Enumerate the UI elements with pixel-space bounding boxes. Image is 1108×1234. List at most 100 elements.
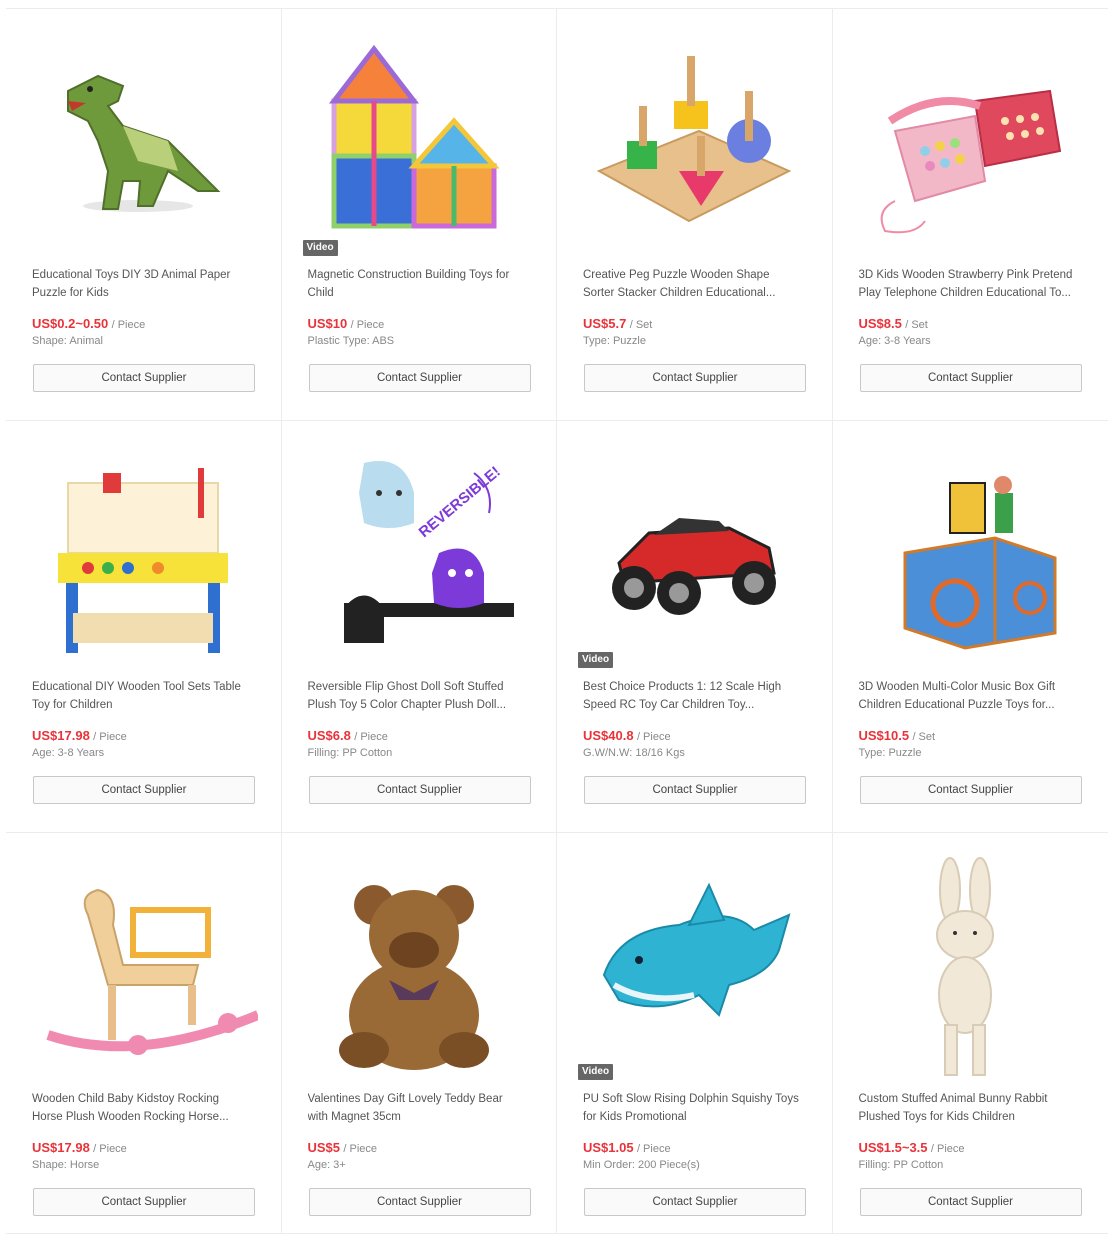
rc-car-icon[interactable]: [577, 441, 811, 675]
video-badge: Video: [578, 652, 613, 668]
teddy-bear-icon[interactable]: [302, 853, 536, 1087]
price: US$1.5~3.5: [859, 1140, 928, 1155]
price-line: US$0.2~0.50 / Piece: [32, 316, 145, 331]
dolphin-squishy-icon[interactable]: [577, 853, 811, 1087]
product-title[interactable]: Best Choice Products 1: 12 Scale High Sp…: [583, 678, 801, 714]
product-card[interactable]: Educational DIY Wooden Tool Sets Table T…: [6, 421, 282, 833]
product-card[interactable]: 3D Kids Wooden Strawberry Pink Pretend P…: [833, 9, 1108, 421]
price-unit: / Piece: [931, 1143, 965, 1155]
price-unit: / Set: [630, 319, 653, 331]
contact-supplier-button[interactable]: Contact Supplier: [33, 1188, 255, 1216]
price-unit: / Piece: [343, 1143, 377, 1155]
price-line: US$5.7 / Set: [583, 316, 652, 331]
music-box-icon[interactable]: [853, 441, 1087, 675]
product-title[interactable]: Magnetic Construction Building Toys for …: [308, 266, 526, 302]
price-line: US$17.98 / Piece: [32, 1140, 127, 1155]
price: US$10.5: [859, 728, 910, 743]
product-attribute: Age: 3-8 Years: [859, 335, 931, 347]
video-badge: Video: [303, 240, 338, 256]
video-badge: Video: [578, 1064, 613, 1080]
contact-supplier-button[interactable]: Contact Supplier: [33, 776, 255, 804]
product-card[interactable]: Custom Stuffed Animal Bunny Rabbit Plush…: [833, 833, 1108, 1234]
price: US$40.8: [583, 728, 634, 743]
price-unit: / Piece: [93, 731, 127, 743]
product-title[interactable]: Custom Stuffed Animal Bunny Rabbit Plush…: [859, 1090, 1077, 1126]
product-attribute: Shape: Animal: [32, 335, 103, 347]
contact-supplier-button[interactable]: Contact Supplier: [860, 776, 1082, 804]
product-attribute: G.W/N.W: 18/16 Kgs: [583, 747, 685, 759]
product-attribute: Age: 3+: [308, 1159, 346, 1171]
product-card[interactable]: Wooden Child Baby Kidstoy Rocking Horse …: [6, 833, 282, 1234]
product-title[interactable]: Educational DIY Wooden Tool Sets Table T…: [32, 678, 250, 714]
contact-supplier-button[interactable]: Contact Supplier: [309, 776, 531, 804]
contact-supplier-button[interactable]: Contact Supplier: [860, 1188, 1082, 1216]
product-card[interactable]: REVERSIBLE! Reversible Flip Ghost Doll S…: [282, 421, 558, 833]
contact-supplier-button[interactable]: Contact Supplier: [309, 1188, 531, 1216]
price-unit: / Set: [912, 731, 935, 743]
contact-supplier-button[interactable]: Contact Supplier: [860, 364, 1082, 392]
product-card[interactable]: Video PU Soft Slow Rising Dolphin Squish…: [557, 833, 833, 1234]
price: US$5.7: [583, 316, 626, 331]
product-attribute: Filling: PP Cotton: [859, 1159, 944, 1171]
product-card[interactable]: 3D Wooden Multi-Color Music Box Gift Chi…: [833, 421, 1108, 833]
product-card[interactable]: Valentines Day Gift Lovely Teddy Bear wi…: [282, 833, 558, 1234]
product-attribute: Type: Puzzle: [859, 747, 922, 759]
bunny-plush-icon[interactable]: [853, 853, 1087, 1087]
magnetic-tiles-icon[interactable]: [302, 29, 536, 263]
ghost-plush-icon[interactable]: REVERSIBLE!: [302, 441, 536, 675]
product-attribute: Plastic Type: ABS: [308, 335, 395, 347]
price-unit: / Piece: [93, 1143, 127, 1155]
price-line: US$1.5~3.5 / Piece: [859, 1140, 965, 1155]
price-unit: / Set: [905, 319, 928, 331]
price-line: US$17.98 / Piece: [32, 728, 127, 743]
price: US$0.2~0.50: [32, 316, 108, 331]
product-title[interactable]: Wooden Child Baby Kidstoy Rocking Horse …: [32, 1090, 250, 1126]
product-title[interactable]: Valentines Day Gift Lovely Teddy Bear wi…: [308, 1090, 526, 1126]
product-card[interactable]: Creative Peg Puzzle Wooden Shape Sorter …: [557, 9, 833, 421]
product-card[interactable]: Educational Toys DIY 3D Animal Paper Puz…: [6, 9, 282, 421]
product-card[interactable]: Video Magnetic Construction Building Toy…: [282, 9, 558, 421]
price: US$1.05: [583, 1140, 634, 1155]
contact-supplier-button[interactable]: Contact Supplier: [309, 364, 531, 392]
price: US$5: [308, 1140, 341, 1155]
product-title[interactable]: 3D Kids Wooden Strawberry Pink Pretend P…: [859, 266, 1077, 302]
price-unit: / Piece: [637, 1143, 671, 1155]
price-line: US$40.8 / Piece: [583, 728, 671, 743]
price-line: US$1.05 / Piece: [583, 1140, 671, 1155]
pink-telephone-icon[interactable]: [853, 29, 1087, 263]
price-unit: / Piece: [112, 319, 146, 331]
product-attribute: Filling: PP Cotton: [308, 747, 393, 759]
rocking-horse-icon[interactable]: [26, 853, 260, 1087]
product-attribute: Type: Puzzle: [583, 335, 646, 347]
price-line: US$8.5 / Set: [859, 316, 928, 331]
peg-puzzle-icon[interactable]: [577, 29, 811, 263]
price: US$8.5: [859, 316, 902, 331]
price-line: US$5 / Piece: [308, 1140, 378, 1155]
price-line: US$10 / Piece: [308, 316, 385, 331]
product-title[interactable]: Creative Peg Puzzle Wooden Shape Sorter …: [583, 266, 801, 302]
price: US$6.8: [308, 728, 351, 743]
contact-supplier-button[interactable]: Contact Supplier: [584, 1188, 806, 1216]
price: US$17.98: [32, 1140, 90, 1155]
product-title[interactable]: PU Soft Slow Rising Dolphin Squishy Toys…: [583, 1090, 801, 1126]
price: US$17.98: [32, 728, 90, 743]
product-attribute: Min Order: 200 Piece(s): [583, 1159, 700, 1171]
product-grid: Educational Toys DIY 3D Animal Paper Puz…: [6, 8, 1108, 1234]
product-title[interactable]: Reversible Flip Ghost Doll Soft Stuffed …: [308, 678, 526, 714]
contact-supplier-button[interactable]: Contact Supplier: [33, 364, 255, 392]
price-line: US$6.8 / Piece: [308, 728, 388, 743]
price-unit: / Piece: [351, 319, 385, 331]
product-title[interactable]: 3D Wooden Multi-Color Music Box Gift Chi…: [859, 678, 1077, 714]
contact-supplier-button[interactable]: Contact Supplier: [584, 364, 806, 392]
price-unit: / Piece: [354, 731, 388, 743]
price: US$10: [308, 316, 348, 331]
product-title[interactable]: Educational Toys DIY 3D Animal Paper Puz…: [32, 266, 250, 302]
tool-bench-icon[interactable]: [26, 441, 260, 675]
product-card[interactable]: Video Best Choice Products 1: 12 Scale H…: [557, 421, 833, 833]
price-line: US$10.5 / Set: [859, 728, 936, 743]
dinosaur-puzzle-icon[interactable]: [26, 29, 260, 263]
price-unit: / Piece: [637, 731, 671, 743]
product-attribute: Age: 3-8 Years: [32, 747, 104, 759]
contact-supplier-button[interactable]: Contact Supplier: [584, 776, 806, 804]
product-attribute: Shape: Horse: [32, 1159, 99, 1171]
